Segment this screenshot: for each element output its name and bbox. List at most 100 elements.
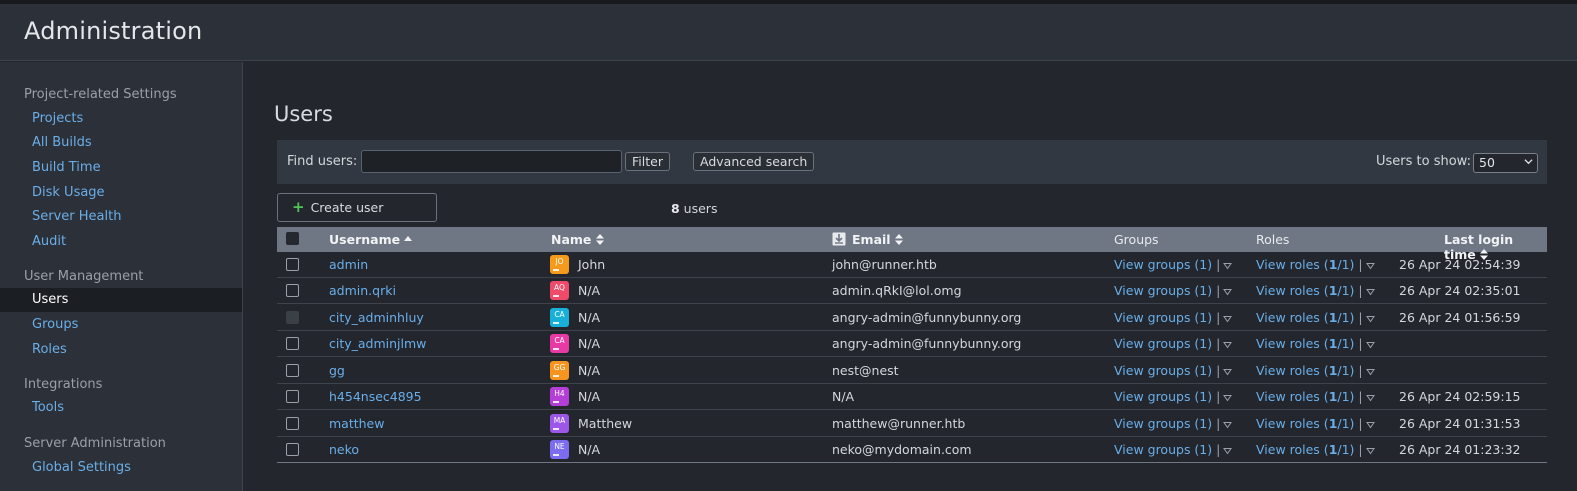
- view-groups-link[interactable]: View groups (1): [1114, 310, 1212, 325]
- view-roles-link[interactable]: View roles (1/1): [1256, 389, 1354, 404]
- dropdown-triangle-icon[interactable]: [1365, 447, 1375, 455]
- dropdown-triangle-icon[interactable]: [1223, 447, 1233, 455]
- view-roles-link[interactable]: View roles (1/1): [1256, 416, 1354, 431]
- username-link[interactable]: admin.qrki: [329, 283, 396, 298]
- row-checkbox[interactable]: [286, 390, 299, 403]
- view-roles-suffix: /1): [1337, 283, 1355, 298]
- roles-cell: View roles (1/1) |: [1256, 310, 1375, 325]
- separator: |: [1212, 257, 1221, 272]
- table-row: gg GG N/A nest@nest View groups (1) | View ro…: [277, 358, 1547, 384]
- sidebar-item-projects[interactable]: Projects: [0, 107, 242, 131]
- column-header-name[interactable]: Name: [551, 232, 604, 247]
- username-link[interactable]: gg: [329, 363, 345, 378]
- last-login-time: 26 Apr 24 02:59:15: [1399, 389, 1521, 404]
- user-name: Matthew: [578, 416, 633, 431]
- dropdown-triangle-icon[interactable]: [1365, 394, 1375, 402]
- column-header-roles: Roles: [1256, 232, 1290, 247]
- groups-cell: View groups (1) |: [1114, 310, 1233, 325]
- sidebar-item-audit[interactable]: Audit: [0, 230, 242, 254]
- view-groups-link[interactable]: View groups (1): [1114, 336, 1212, 351]
- dropdown-triangle-icon[interactable]: [1365, 368, 1375, 376]
- view-groups-link[interactable]: View groups (1): [1114, 283, 1212, 298]
- sidebar-item-roles[interactable]: Roles: [0, 338, 242, 362]
- sidebar-item-server-health[interactable]: Server Health: [0, 205, 242, 229]
- view-groups-link[interactable]: View groups (1): [1114, 442, 1212, 457]
- username-link[interactable]: neko: [329, 442, 359, 457]
- dropdown-triangle-icon[interactable]: [1223, 394, 1233, 402]
- avatar: NE: [550, 440, 569, 459]
- dropdown-triangle-icon[interactable]: [1223, 262, 1233, 270]
- roles-cell: View roles (1/1) |: [1256, 416, 1375, 431]
- view-roles-prefix: View roles (: [1256, 416, 1329, 431]
- sidebar-item-build-time[interactable]: Build Time: [0, 156, 242, 180]
- users-to-show-select[interactable]: 50: [1473, 153, 1538, 173]
- groups-cell: View groups (1) |: [1114, 389, 1233, 404]
- dropdown-triangle-icon[interactable]: [1365, 421, 1375, 429]
- avatar: CA: [550, 334, 569, 353]
- view-roles-link[interactable]: View roles (1/1): [1256, 283, 1354, 298]
- users-to-show-value: 50: [1479, 155, 1495, 170]
- dropdown-triangle-icon[interactable]: [1365, 288, 1375, 296]
- sidebar-section-server-administration: Server Administration: [24, 436, 166, 451]
- sidebar-item-all-builds[interactable]: All Builds: [0, 131, 242, 155]
- plus-icon: +: [292, 198, 305, 216]
- dropdown-triangle-icon[interactable]: [1365, 262, 1375, 270]
- download-icon[interactable]: [832, 232, 846, 246]
- username-link[interactable]: city_adminjlmw: [329, 336, 426, 351]
- last-login-time: 26 Apr 24 02:54:39: [1399, 257, 1521, 272]
- sidebar-item-tools[interactable]: Tools: [0, 396, 242, 420]
- dropdown-triangle-icon[interactable]: [1223, 341, 1233, 349]
- user-name: N/A: [578, 442, 601, 457]
- create-user-account-button[interactable]: +Create user account: [277, 193, 437, 242]
- view-roles-prefix: View roles (: [1256, 336, 1329, 351]
- dropdown-triangle-icon[interactable]: [1223, 288, 1233, 296]
- separator: |: [1354, 442, 1363, 457]
- username-link[interactable]: admin: [329, 257, 368, 272]
- select-all-checkbox[interactable]: [286, 232, 299, 245]
- roles-cell: View roles (1/1) |: [1256, 442, 1375, 457]
- dropdown-triangle-icon[interactable]: [1223, 368, 1233, 376]
- column-header-groups: Groups: [1114, 232, 1159, 247]
- view-roles-link[interactable]: View roles (1/1): [1256, 336, 1354, 351]
- roles-cell: View roles (1/1) |: [1256, 283, 1375, 298]
- view-groups-link[interactable]: View groups (1): [1114, 389, 1212, 404]
- view-groups-link[interactable]: View groups (1): [1114, 416, 1212, 431]
- dropdown-triangle-icon[interactable]: [1223, 421, 1233, 429]
- view-roles-link[interactable]: View roles (1/1): [1256, 257, 1354, 272]
- row-checkbox[interactable]: [286, 443, 299, 456]
- view-roles-link[interactable]: View roles (1/1): [1256, 363, 1354, 378]
- app-title: Administration: [24, 17, 203, 45]
- find-users-input[interactable]: [361, 150, 622, 173]
- view-roles-prefix: View roles (: [1256, 442, 1329, 457]
- sidebar-item-disk-usage[interactable]: Disk Usage: [0, 181, 242, 205]
- column-header-email[interactable]: Email: [852, 232, 903, 247]
- dropdown-triangle-icon[interactable]: [1223, 315, 1233, 323]
- username-link[interactable]: matthew: [329, 416, 384, 431]
- dropdown-triangle-icon[interactable]: [1365, 315, 1375, 323]
- row-checkbox[interactable]: [286, 311, 299, 324]
- separator: |: [1212, 416, 1221, 431]
- row-checkbox[interactable]: [286, 364, 299, 377]
- username-link[interactable]: h454nsec4895: [329, 389, 422, 404]
- sidebar-item-users[interactable]: Users: [0, 288, 242, 312]
- row-checkbox[interactable]: [286, 337, 299, 350]
- view-groups-link[interactable]: View groups (1): [1114, 257, 1212, 272]
- view-roles-link[interactable]: View roles (1/1): [1256, 442, 1354, 457]
- sidebar-section-user-management: User Management: [24, 269, 144, 284]
- advanced-search-button[interactable]: Advanced search: [693, 152, 815, 171]
- sidebar-item-global-settings[interactable]: Global Settings: [0, 456, 242, 480]
- view-roles-link[interactable]: View roles (1/1): [1256, 310, 1354, 325]
- sidebar-item-groups[interactable]: Groups: [0, 313, 242, 337]
- row-checkbox[interactable]: [286, 417, 299, 430]
- row-checkbox[interactable]: [286, 284, 299, 297]
- table-row: matthew MA Matthew matthew@runner.htb View g…: [277, 411, 1547, 437]
- separator: |: [1354, 310, 1363, 325]
- filter-button[interactable]: Filter: [625, 152, 670, 171]
- column-header-username[interactable]: Username: [329, 232, 413, 247]
- dropdown-triangle-icon[interactable]: [1365, 341, 1375, 349]
- last-login-time: 26 Apr 24 01:56:59: [1399, 310, 1521, 325]
- username-link[interactable]: city_adminhluy: [329, 310, 424, 325]
- row-checkbox[interactable]: [286, 258, 299, 271]
- view-groups-link[interactable]: View groups (1): [1114, 363, 1212, 378]
- separator: |: [1354, 283, 1363, 298]
